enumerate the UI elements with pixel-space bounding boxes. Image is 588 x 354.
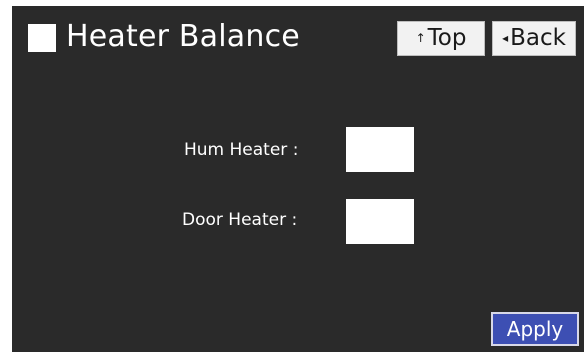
up-arrow-icon: ↑ bbox=[415, 31, 426, 45]
page-title: Heater Balance bbox=[66, 19, 300, 54]
back-button-label: Back bbox=[510, 25, 566, 51]
left-triangle-icon: ◂ bbox=[502, 31, 509, 45]
top-button[interactable]: ↑ Top bbox=[397, 21, 485, 56]
hum-heater-label: Hum Heater : bbox=[184, 140, 299, 160]
apply-button[interactable]: Apply bbox=[491, 312, 579, 346]
hum-heater-input[interactable] bbox=[346, 127, 414, 172]
door-heater-input[interactable] bbox=[346, 199, 414, 244]
top-button-label: Top bbox=[427, 25, 467, 51]
back-button[interactable]: ◂ Back bbox=[492, 21, 576, 56]
door-heater-label: Door Heater : bbox=[182, 210, 298, 230]
header-square-icon bbox=[28, 24, 56, 52]
heater-balance-screen: Heater Balance ↑ Top ◂ Back Hum Heater :… bbox=[12, 6, 584, 352]
